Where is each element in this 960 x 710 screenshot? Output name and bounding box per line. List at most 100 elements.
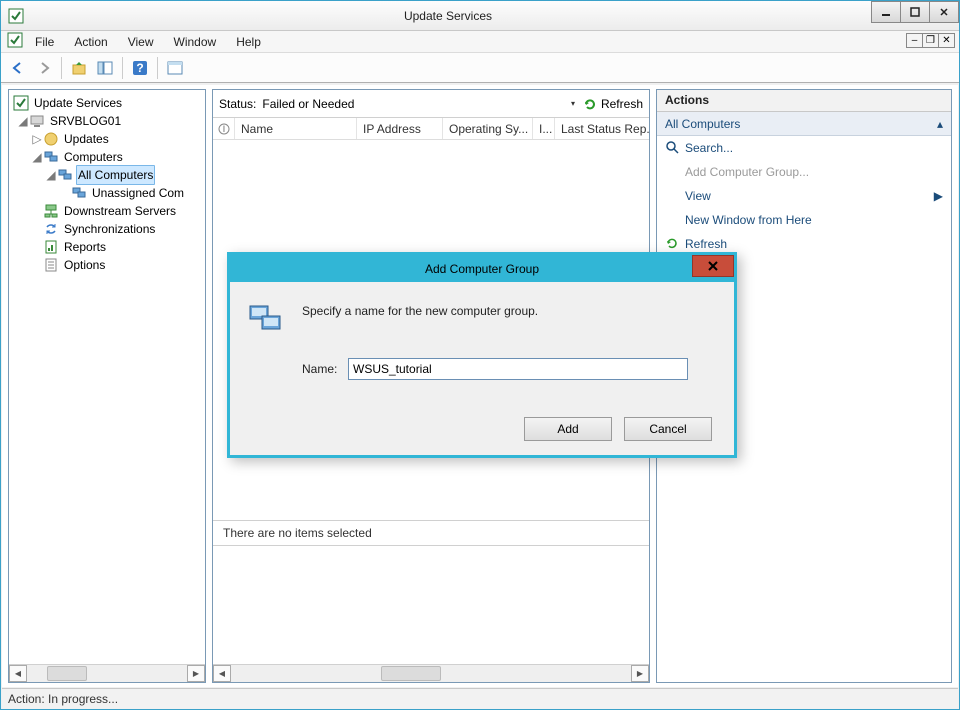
cancel-button[interactable]: Cancel [624,417,712,441]
menu-file[interactable]: File [27,33,62,51]
action-add-group[interactable]: Add Computer Group... [657,160,951,184]
window-title: Update Services [25,9,871,23]
dialog-close-button[interactable] [692,255,734,277]
dialog-title: Add Computer Group [425,262,539,276]
selection-status: There are no items selected [213,520,649,546]
collapse-icon[interactable]: ▴ [937,117,943,131]
status-label: Status: [219,97,256,111]
col-name[interactable]: Name [235,118,357,139]
scroll-right-icon[interactable]: ▶ [187,665,205,682]
scroll-track[interactable] [231,665,631,682]
forward-button[interactable] [33,57,55,79]
expander-icon[interactable]: ◢ [31,148,43,166]
dialog-name-label: Name: [302,362,337,376]
action-view[interactable]: View ▶ [657,184,951,208]
menu-help[interactable]: Help [228,33,269,51]
back-button[interactable] [7,57,29,79]
toolbar-separator [157,57,158,79]
column-headers: i Name IP Address Operating Sy... I... L… [213,118,649,140]
cancel-button-label: Cancel [649,422,686,436]
tree-computers[interactable]: ◢Computers [13,148,203,166]
col-last-status[interactable]: Last Status Rep... [555,118,649,139]
add-button-label: Add [557,422,578,436]
actions-context-label: All Computers [665,117,740,131]
expander-icon[interactable]: ◢ [17,112,29,130]
up-button[interactable] [68,57,90,79]
action-search-label: Search... [685,141,733,155]
tree-reports[interactable]: Reports [13,238,203,256]
action-refresh-label: Refresh [685,237,727,251]
expander-icon[interactable]: ◢ [45,166,57,184]
tree-sync[interactable]: Synchronizations [13,220,203,238]
search-icon [665,140,679,157]
tree-all-computers[interactable]: ◢All Computers [13,166,203,184]
svg-text:?: ? [136,61,143,75]
toolbar-separator [122,57,123,79]
col-ip[interactable]: IP Address [357,118,443,139]
action-new-window-label: New Window from Here [685,213,812,227]
tree-pane: Update Services ◢SRVBLOG01 ▷Updates ◢Com… [8,89,206,683]
maximize-button[interactable] [900,1,930,23]
tree-downstream[interactable]: Downstream Servers [13,202,203,220]
toolbar: ? [1,53,959,83]
refresh-label: Refresh [601,97,643,111]
actions-context-header[interactable]: All Computers ▴ [657,112,951,136]
col-installed[interactable]: I... [533,118,555,139]
svg-text:i: i [222,123,225,135]
menu-view[interactable]: View [120,33,162,51]
actions-header: Actions [657,90,951,112]
action-new-window[interactable]: New Window from Here [657,208,951,232]
scroll-left-icon[interactable]: ◀ [213,665,231,682]
tree-updates[interactable]: ▷Updates [13,130,203,148]
chevron-down-icon: ▾ [571,99,575,108]
mdi-close-button[interactable]: ✕ [938,33,955,48]
view-toggle-button[interactable] [164,57,186,79]
mdi-minimize-button[interactable]: ‒ [906,33,923,48]
status-bar-text: Action: In progress... [8,692,118,706]
chevron-right-icon: ▶ [934,189,943,203]
selection-text: There are no items selected [223,526,372,540]
title-bar: Update Services [1,1,959,31]
mdi-restore-button[interactable]: ❐ [922,33,939,48]
minimize-button[interactable] [871,1,901,23]
refresh-icon[interactable]: Refresh [582,96,643,112]
expander-icon[interactable]: ▷ [31,130,43,148]
tree-unassigned[interactable]: Unassigned Com [13,184,203,202]
status-value: Failed or Needed [262,97,354,111]
group-name-input[interactable] [348,358,688,380]
status-bar: Action: In progress... [2,688,958,709]
scroll-track[interactable] [27,665,187,682]
details-pane [213,546,649,671]
scroll-thumb[interactable] [381,666,441,681]
tree-hscrollbar[interactable]: ◀ ▶ [9,664,205,682]
dialog-instruction: Specify a name for the new computer grou… [302,304,538,318]
close-button[interactable] [929,1,959,23]
status-dropdown[interactable]: Failed or Needed ▾ [260,94,578,114]
menu-window[interactable]: Window [166,33,225,51]
dialog-title-bar[interactable]: Add Computer Group [230,255,734,282]
show-hide-tree-button[interactable] [94,57,116,79]
toolbar-separator [61,57,62,79]
scroll-left-icon[interactable]: ◀ [9,665,27,682]
tree-options[interactable]: Options [13,256,203,274]
add-computer-group-dialog: Add Computer Group Specify a name for th… [227,252,737,458]
action-view-label: View [685,189,711,203]
dialog-body: Specify a name for the new computer grou… [230,282,734,455]
col-os[interactable]: Operating Sy... [443,118,533,139]
refresh-icon [665,236,679,253]
nav-tree[interactable]: Update Services ◢SRVBLOG01 ▷Updates ◢Com… [9,90,205,664]
app-icon [7,7,25,25]
tree-server[interactable]: ◢SRVBLOG01 [13,112,203,130]
action-search[interactable]: Search... [657,136,951,160]
tree-root[interactable]: Update Services [13,94,203,112]
scroll-thumb[interactable] [47,666,87,681]
center-hscrollbar[interactable]: ◀ ▶ [213,664,649,682]
menu-action[interactable]: Action [66,33,115,51]
col-info-icon[interactable]: i [213,118,235,139]
add-button[interactable]: Add [524,417,612,441]
help-button[interactable]: ? [129,57,151,79]
filter-bar: Status: Failed or Needed ▾ Refresh [213,90,649,118]
mdi-icon [7,32,23,51]
scroll-right-icon[interactable]: ▶ [631,665,649,682]
main-window: Update Services File Action View Window … [0,0,960,710]
